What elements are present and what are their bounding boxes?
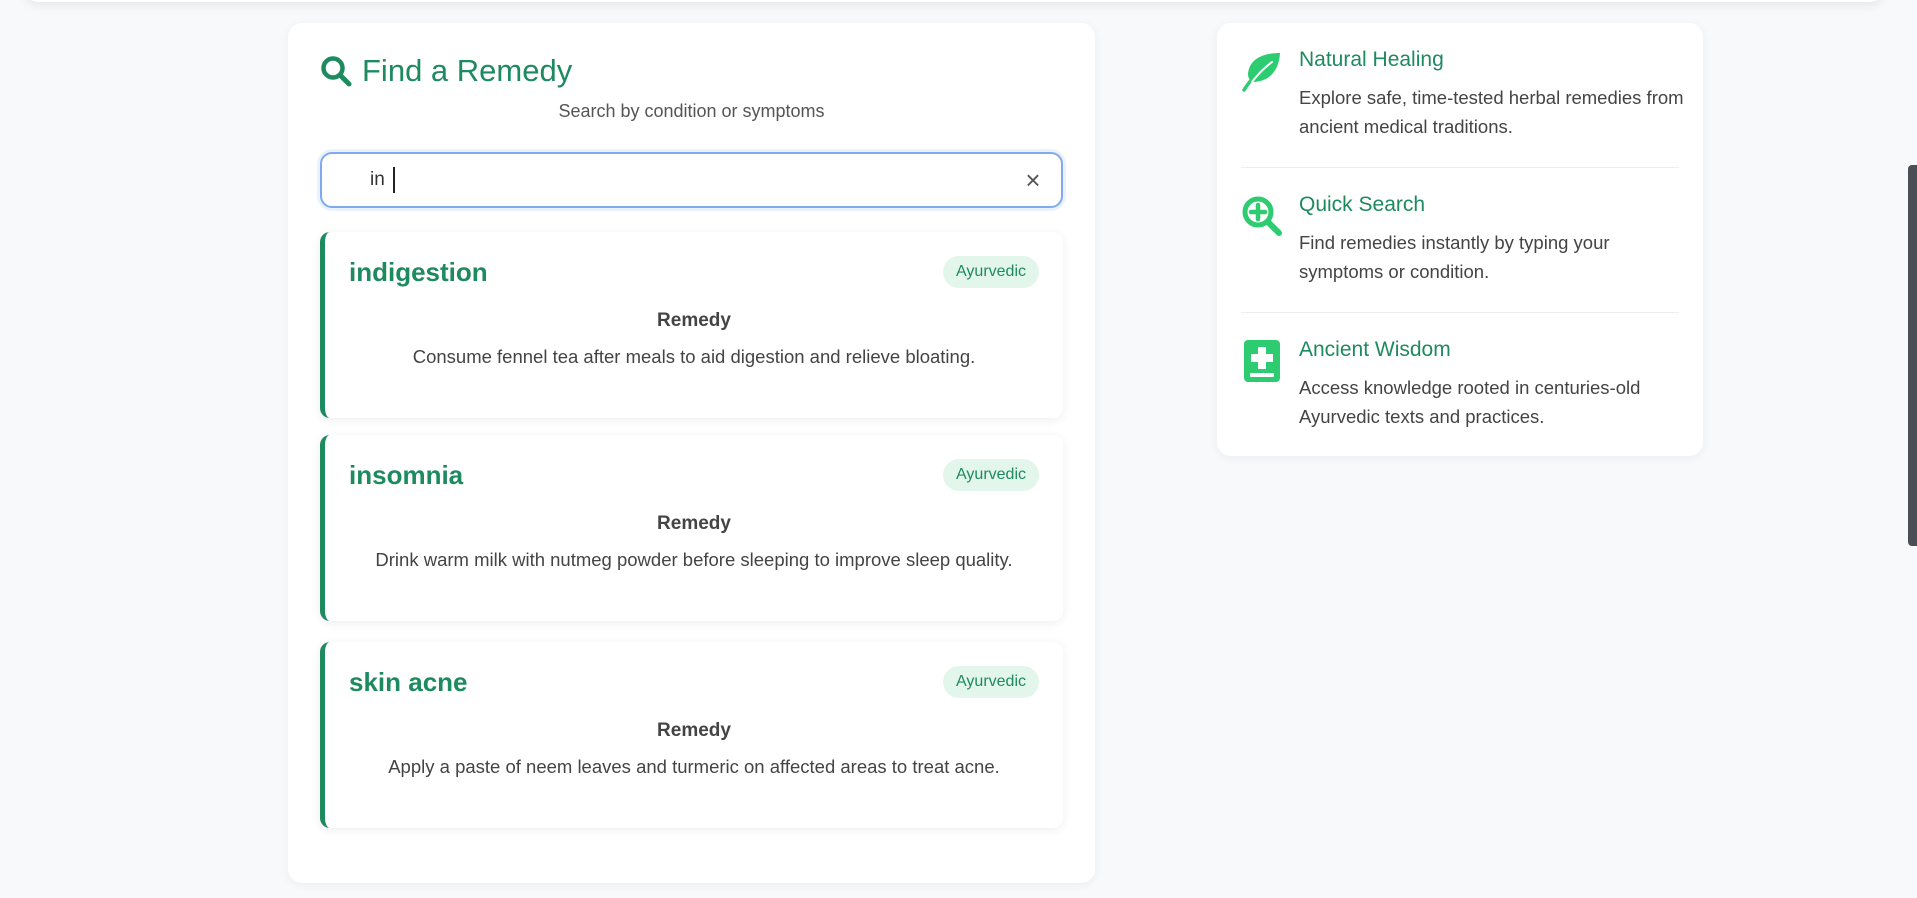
result-title: insomnia (349, 460, 464, 490)
remedy-text: Drink warm milk with nutmeg powder befor… (375, 549, 1013, 570)
search-plus-icon (1241, 195, 1283, 237)
feature-title: Natural Healing (1299, 48, 1444, 71)
tradition-badge: Ayurvedic (943, 256, 1039, 288)
close-icon[interactable]: × (1019, 166, 1047, 194)
search-input[interactable] (370, 166, 970, 194)
feature-text: Explore safe, time-tested herbal remedie… (1299, 87, 1684, 137)
features-panel: Natural Healing Explore safe, time-teste… (1217, 23, 1703, 456)
search-panel: Find a Remedy Search by condition or sym… (288, 23, 1095, 883)
divider (1241, 312, 1679, 313)
top-header-bar (24, 0, 1884, 2)
divider (1241, 167, 1679, 168)
tradition-badge: Ayurvedic (943, 459, 1039, 491)
feature-text: Find remedies instantly by typing your s… (1299, 232, 1610, 282)
feature-title: Quick Search (1299, 193, 1426, 216)
medical-book-icon (1241, 340, 1283, 382)
tradition-badge: Ayurvedic (943, 666, 1039, 698)
remedy-text: Consume fennel tea after meals to aid di… (412, 346, 976, 367)
remedy-text: Apply a paste of neem leaves and turmeri… (388, 756, 1000, 777)
feature-title: Ancient Wisdom (1299, 338, 1451, 361)
result-card[interactable]: insomnia Ayurvedic Remedy Drink warm mil… (320, 435, 1063, 621)
result-title: skin acne (349, 667, 468, 697)
remedy-label: Remedy (657, 310, 731, 331)
feature-text: Access knowledge rooted in centuries-old… (1299, 377, 1641, 427)
search-icon (320, 55, 352, 87)
page-subtitle: Search by condition or symptoms (558, 101, 825, 121)
page-title: Find a Remedy (362, 53, 573, 88)
result-title: indigestion (349, 257, 488, 287)
result-card[interactable]: skin acne Ayurvedic Remedy Apply a paste… (320, 642, 1063, 828)
search-box: × (320, 152, 1063, 208)
remedy-label: Remedy (657, 720, 731, 741)
panel-header: Find a Remedy (320, 53, 572, 89)
leaf-icon (1241, 50, 1283, 92)
remedy-label: Remedy (657, 513, 731, 534)
text-cursor (393, 167, 395, 193)
result-card[interactable]: indigestion Ayurvedic Remedy Consume fen… (320, 232, 1063, 418)
scrollbar[interactable] (1908, 165, 1917, 546)
